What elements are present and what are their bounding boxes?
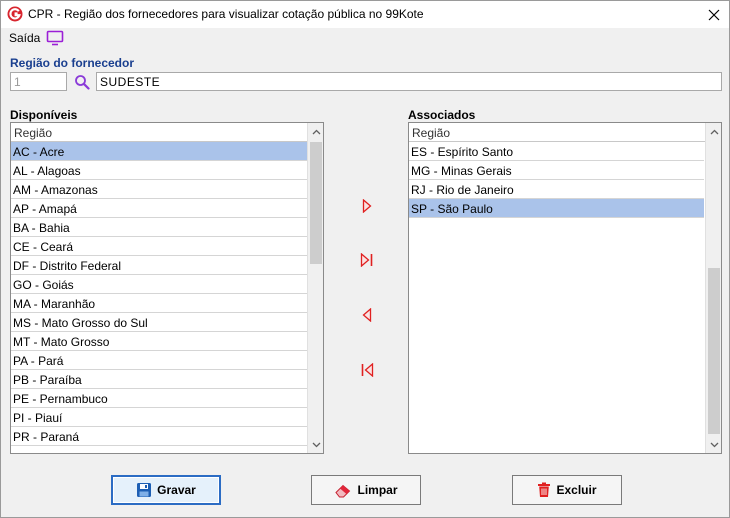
move-all-right-button[interactable]: [357, 250, 377, 270]
trash-icon: [537, 482, 551, 498]
floppy-disk-icon: [136, 482, 152, 498]
region-filter-label: Região do fornecedor: [10, 56, 135, 70]
scroll-down-icon[interactable]: [706, 436, 721, 453]
available-rows: AC - Acre AL - Alagoas AM - Amazonas AP - A…: [11, 142, 308, 446]
available-row[interactable]: MA - Maranhão: [11, 294, 308, 313]
move-all-left-icon: [361, 363, 374, 377]
delete-button[interactable]: Excluir: [512, 475, 622, 505]
associated-scrollbar[interactable]: [705, 123, 721, 453]
chevron-right-icon: [362, 199, 372, 213]
eraser-icon: [334, 482, 352, 498]
available-row[interactable]: PB - Paraíba: [11, 370, 308, 389]
associated-rows: ES - Espírito Santo MG - Minas Gerais RJ -…: [409, 142, 704, 218]
associated-list-label: Associados: [408, 108, 476, 122]
title-bar: CPR - Região dos fornecedores para visua…: [1, 1, 729, 28]
available-list[interactable]: Região AC - Acre AL - Alagoas AM - Amazona…: [10, 122, 324, 454]
move-all-right-icon: [360, 253, 373, 267]
menu-item-saida[interactable]: Saída: [9, 30, 64, 46]
close-button[interactable]: [699, 1, 729, 28]
available-row[interactable]: AM - Amazonas: [11, 180, 308, 199]
available-scroll-thumb[interactable]: [310, 142, 322, 264]
available-row[interactable]: AL - Alagoas: [11, 161, 308, 180]
move-one-left-button[interactable]: [357, 305, 377, 325]
available-column-header[interactable]: Região: [11, 123, 308, 142]
associated-row[interactable]: RJ - Rio de Janeiro: [409, 180, 704, 199]
available-row[interactable]: PA - Pará: [11, 351, 308, 370]
delete-button-label: Excluir: [556, 483, 597, 497]
available-scrollbar[interactable]: [307, 123, 323, 453]
menu-item-saida-label: Saída: [9, 31, 41, 45]
move-all-left-button[interactable]: [357, 360, 377, 380]
clear-button-label: Limpar: [357, 483, 398, 497]
monitor-icon: [46, 30, 64, 46]
associated-list[interactable]: Região ES - Espírito Santo MG - Minas Ger…: [408, 122, 722, 454]
available-row[interactable]: CE - Ceará: [11, 237, 308, 256]
available-row[interactable]: PE - Pernambuco: [11, 389, 308, 408]
region-code-field[interactable]: [10, 72, 67, 91]
available-row[interactable]: PI - Piauí: [11, 408, 308, 427]
app-logo-icon: [7, 6, 23, 22]
available-row[interactable]: PR - Paraná: [11, 427, 308, 446]
available-row[interactable]: AP - Amapá: [11, 199, 308, 218]
available-row[interactable]: AC - Acre: [11, 142, 308, 161]
scroll-down-icon[interactable]: [308, 436, 323, 453]
app-window: CPR - Região dos fornecedores para visua…: [0, 0, 730, 518]
available-list-label: Disponíveis: [10, 108, 78, 122]
available-row[interactable]: MS - Mato Grosso do Sul: [11, 313, 308, 332]
scroll-up-icon[interactable]: [308, 123, 323, 140]
region-name-field[interactable]: [96, 72, 722, 91]
window-title: CPR - Região dos fornecedores para visua…: [28, 7, 424, 21]
associated-column-header[interactable]: Região: [409, 123, 706, 142]
associated-row[interactable]: SP - São Paulo: [409, 199, 704, 218]
scroll-up-icon[interactable]: [706, 123, 721, 140]
close-icon: [708, 9, 720, 20]
associated-row[interactable]: MG - Minas Gerais: [409, 161, 704, 180]
menu-bar: Saída: [1, 28, 729, 50]
available-row[interactable]: GO - Goiás: [11, 275, 308, 294]
move-one-right-button[interactable]: [357, 196, 377, 216]
search-icon[interactable]: [72, 72, 92, 91]
save-button[interactable]: Gravar: [111, 475, 221, 505]
associated-scroll-thumb[interactable]: [708, 268, 720, 434]
save-button-label: Gravar: [157, 483, 196, 497]
chevron-left-icon: [362, 308, 372, 322]
clear-button[interactable]: Limpar: [311, 475, 421, 505]
available-row[interactable]: MT - Mato Grosso: [11, 332, 308, 351]
associated-row[interactable]: ES - Espírito Santo: [409, 142, 704, 161]
available-row[interactable]: DF - Distrito Federal: [11, 256, 308, 275]
available-row[interactable]: BA - Bahia: [11, 218, 308, 237]
